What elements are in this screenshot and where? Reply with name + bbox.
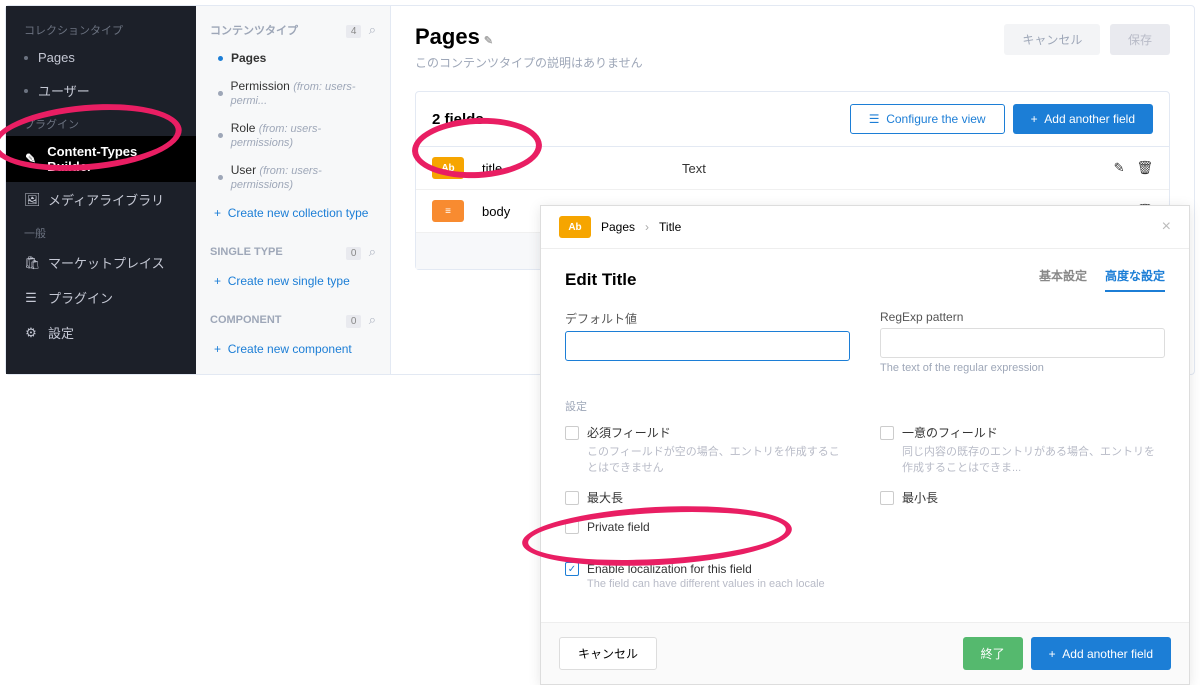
default-value-label: デフォルト値	[565, 310, 850, 327]
nav-item-plugins[interactable]: ☰プラグイン	[6, 280, 196, 315]
type-item-permission[interactable]: Permission (from: users-permi...	[196, 72, 390, 114]
nav-item-users[interactable]: ユーザー	[6, 73, 196, 108]
component-count-badge: 0	[346, 315, 362, 328]
pencil-icon[interactable]: ✎	[484, 35, 493, 47]
field-row-title[interactable]: Ab title Text ✎ 🗑	[416, 147, 1169, 190]
add-field-button[interactable]: + Add another field	[1013, 104, 1153, 134]
panel-header-collection: コンテンツタイプ	[210, 22, 298, 38]
configure-view-button[interactable]: ☰ Configure the view	[850, 104, 1005, 134]
nav-item-settings[interactable]: ⚙設定	[6, 315, 196, 350]
required-checkbox[interactable]: 必須フィールド	[565, 424, 850, 441]
tab-basic[interactable]: 基本設定	[1039, 267, 1087, 292]
nav-section-collection: コレクションタイプ	[6, 14, 196, 42]
type-item-role[interactable]: Role (from: users-permissions)	[196, 114, 390, 156]
search-icon[interactable]: ⌕	[369, 312, 376, 327]
finish-button[interactable]: 終了	[963, 637, 1023, 670]
cancel-button[interactable]: キャンセル	[1004, 24, 1100, 55]
image-icon: 🖼	[24, 192, 38, 208]
modal-title: Edit Title	[565, 270, 636, 290]
richtext-type-icon: ≡	[432, 200, 464, 222]
modal-cancel-button[interactable]: キャンセル	[559, 637, 657, 670]
gear-icon: ⚙	[24, 325, 38, 341]
text-type-icon: Ab	[559, 216, 591, 238]
type-item-user[interactable]: User (from: users-permissions)	[196, 156, 390, 198]
edit-icon[interactable]: ✎	[1114, 160, 1125, 176]
page-title: Pages✎	[415, 24, 643, 50]
add-another-button[interactable]: + Add another field	[1031, 637, 1171, 670]
dark-sidebar: コレクションタイプ Pages ユーザー プラグイン ✎Content-Type…	[6, 6, 196, 374]
search-icon[interactable]: ⌕	[369, 244, 376, 259]
content-types-panel: コンテンツタイプ 4 ⌕ Pages Permission (from: use…	[196, 6, 391, 374]
create-single-link[interactable]: + Create new single type	[196, 266, 390, 296]
field-type: Text	[682, 161, 1114, 176]
maxlen-checkbox[interactable]: 最大長	[565, 489, 850, 506]
regex-hint: The text of the regular expression	[880, 362, 1165, 374]
delete-icon[interactable]: 🗑	[1136, 160, 1153, 176]
default-value-input[interactable]	[565, 331, 850, 361]
panel-header-component: COMPONENT	[210, 314, 282, 326]
search-icon[interactable]: ⌕	[369, 22, 376, 37]
settings-label: 設定	[565, 398, 1165, 414]
nav-section-plugin: プラグイン	[6, 108, 196, 136]
edit-field-modal: Ab Pages›Title × Edit Title 基本設定 高度な設定 デ…	[540, 205, 1190, 685]
regex-input[interactable]	[880, 328, 1165, 358]
panel-header-single: SINGLE TYPE	[210, 246, 283, 258]
breadcrumb: Ab Pages›Title	[559, 216, 681, 238]
nav-item-marketplace[interactable]: 🛍マーケットプレイス	[6, 245, 196, 280]
nav-item-ctb[interactable]: ✎Content-Types Builder	[6, 136, 196, 182]
single-count-badge: 0	[346, 247, 362, 260]
unique-checkbox[interactable]: 一意のフィールド	[880, 424, 1165, 441]
type-item-pages[interactable]: Pages	[196, 44, 390, 72]
list-icon: ☰	[24, 290, 38, 306]
nav-item-pages[interactable]: Pages	[6, 42, 196, 73]
minlen-checkbox[interactable]: 最小長	[880, 489, 1165, 506]
bag-icon: 🛍	[24, 255, 38, 271]
regex-label: RegExp pattern	[880, 310, 1165, 324]
field-name: title	[482, 161, 682, 176]
create-collection-link[interactable]: + Create new collection type	[196, 198, 390, 228]
tab-advanced[interactable]: 高度な設定	[1105, 267, 1165, 292]
private-checkbox[interactable]: Private field	[565, 520, 850, 534]
fields-count: 2 fields	[432, 111, 484, 128]
nav-item-media[interactable]: 🖼メディアライブラリ	[6, 182, 196, 217]
nav-section-general: 一般	[6, 217, 196, 245]
i18n-checkbox[interactable]: ✓Enable localization for this field	[565, 562, 850, 576]
pencil-icon: ✎	[24, 151, 37, 167]
create-component-link[interactable]: + Create new component	[196, 334, 390, 364]
save-button[interactable]: 保存	[1110, 24, 1170, 55]
collection-count-badge: 4	[346, 25, 362, 38]
text-type-icon: Ab	[432, 157, 464, 179]
close-icon[interactable]: ×	[1162, 218, 1171, 236]
page-subtitle: このコンテンツタイプの説明はありません	[415, 54, 643, 71]
